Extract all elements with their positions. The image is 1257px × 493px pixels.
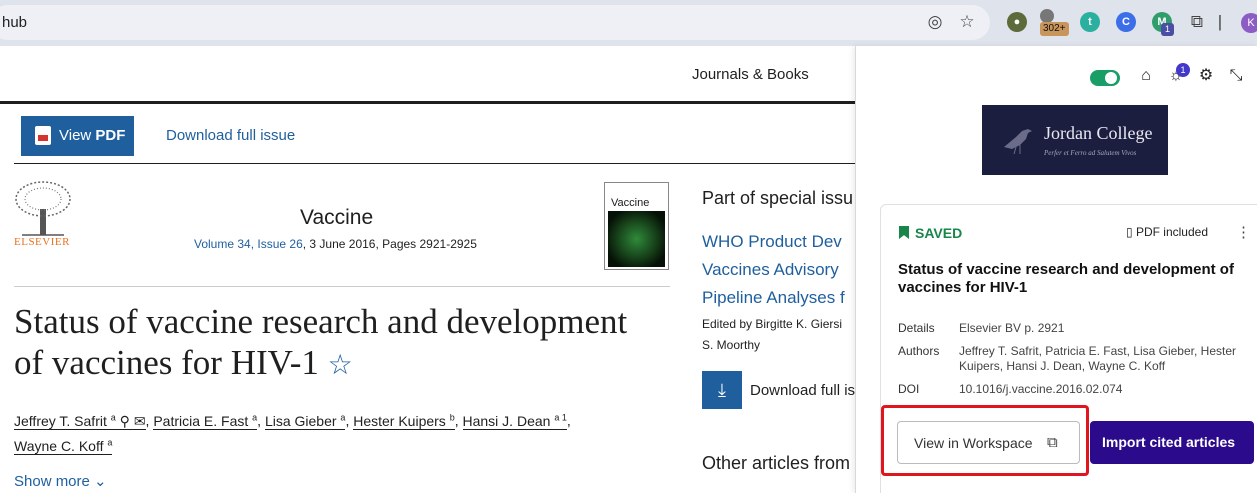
import-cited-label: Import cited articles — [1102, 434, 1236, 450]
capture-toggle[interactable] — [1090, 70, 1120, 86]
title-line: Status of vaccine research and developme… — [14, 302, 628, 341]
person-icon: ⚲ — [119, 412, 130, 429]
header-divider — [0, 101, 856, 104]
extension-badge: 302+ — [1040, 22, 1069, 36]
other-articles-heading: Other articles from — [702, 453, 851, 473]
authors-value: Jeffrey T. Safrit, Patricia E. Fast, Lis… — [959, 344, 1236, 373]
more-options-icon[interactable]: ⋮ — [1236, 223, 1251, 241]
notification-badge: 1 — [1176, 63, 1190, 77]
saved-status: SAVED — [899, 225, 962, 241]
view-pdf-label: View — [59, 127, 96, 144]
volume-issue-link[interactable]: Volume 34, Issue 26 — [194, 237, 303, 251]
gear-icon[interactable]: ⚙ — [1196, 66, 1216, 86]
crow-icon — [1004, 129, 1032, 155]
institution-logo: Jordan College Perfer et Ferro ad Salute… — [982, 105, 1168, 175]
download-full-link[interactable]: Download full is — [750, 382, 855, 399]
details-label: Details — [898, 321, 935, 335]
special-issue-heading: Part of special issu — [702, 188, 854, 208]
cover-title: Vaccine — [611, 197, 650, 209]
issue-date-pages: , 3 June 2016, Pages 2921-2925 — [302, 237, 477, 251]
elsevier-tree-logo[interactable] — [14, 181, 72, 236]
mail-icon: ✉ — [133, 412, 146, 429]
divider: | — [1217, 12, 1223, 31]
show-more-button[interactable]: Show more ⌄ — [14, 472, 107, 490]
journal-name[interactable]: Vaccine — [300, 206, 373, 230]
eye-slash-icon[interactable]: ◎ — [925, 12, 945, 32]
bell-icon[interactable]: ⌂ — [1136, 66, 1156, 86]
pdf-icon — [35, 126, 51, 145]
view-pdf-button[interactable]: View PDF — [21, 116, 134, 156]
institution-name: Jordan College — [1044, 123, 1153, 143]
journals-books-link[interactable]: Journals & Books — [692, 66, 809, 83]
edited-by: Edited by Birgitte K. Giersi S. Moorthy — [702, 317, 843, 352]
document-icon: ▯ — [1126, 225, 1133, 239]
elsevier-wordmark: ELSEVIER — [14, 236, 70, 248]
star-icon[interactable]: ☆ — [957, 12, 977, 32]
author-link[interactable]: Wayne C. Koff a — [14, 438, 113, 456]
cover-image — [608, 211, 665, 267]
browser-toolbar: hub ◎ ☆ ● 302+ t C M 1 ⧉ | K — [0, 0, 1257, 46]
divider — [14, 163, 856, 164]
journal-meta: Volume 34, Issue 26, 3 June 2016, Pages … — [194, 237, 477, 251]
special-issue-link[interactable]: WHO Product Dev — [702, 228, 845, 256]
card-title: Status of vaccine research and developme… — [898, 261, 1234, 296]
download-issue-link[interactable]: Download full issue — [166, 127, 295, 144]
special-issue-link[interactable]: Pipeline Analyses f — [702, 284, 845, 312]
star-icon[interactable]: ☆ — [328, 350, 353, 381]
doi-label: DOI — [898, 382, 920, 396]
address-bar[interactable]: hub — [0, 5, 990, 40]
download-icon[interactable]: ⤓ — [702, 371, 742, 409]
institution-motto: Perfer et Ferro ad Salutem Vivos — [1044, 149, 1137, 157]
pdf-included-badge: ▯ PDF included — [1126, 225, 1208, 239]
special-issue-link[interactable]: Vaccines Advisory — [702, 256, 845, 284]
extension-icon[interactable]: ● — [1007, 12, 1027, 32]
details-value: Elsevier BV p. 2921 — [959, 321, 1065, 335]
collapse-icon[interactable]: ⤡ — [1226, 66, 1246, 86]
author-link[interactable]: Hansi J. Dean a 1 — [462, 412, 567, 430]
authors-label: Authors — [898, 344, 940, 358]
extension-icon[interactable]: C — [1116, 12, 1136, 32]
article-title: Status of vaccine research and developme… — [14, 301, 674, 386]
chevron-down-icon: ⌄ — [94, 473, 107, 490]
author-link[interactable]: Hester Kuipers b — [353, 412, 455, 430]
extension-icon[interactable]: t — [1080, 12, 1100, 32]
puzzle-icon[interactable]: ⧉ — [1187, 12, 1207, 32]
doi-value[interactable]: 10.1016/j.vaccine.2016.02.074 — [959, 382, 1257, 397]
journal-cover[interactable]: Vaccine — [604, 182, 669, 270]
import-cited-articles-button[interactable]: Import cited articles — [1090, 421, 1254, 464]
author-list: Jeffrey T. Safrit a ⚲ ✉, Patricia E. Fas… — [14, 412, 571, 456]
author-link[interactable]: Lisa Gieber a — [264, 412, 346, 430]
author-link[interactable]: Jeffrey T. Safrit a ⚲ ✉ — [14, 412, 146, 430]
extension-count-badge: 1 — [1161, 23, 1174, 36]
bookmark-icon — [899, 226, 909, 239]
profile-avatar[interactable]: K — [1241, 13, 1257, 33]
divider — [14, 286, 670, 287]
extension-icon[interactable] — [1040, 9, 1054, 23]
highlight-box — [881, 405, 1089, 476]
view-pdf-label-bold: PDF — [95, 127, 126, 144]
title-line: of vaccines for HIV-1 — [14, 343, 319, 382]
url-text: hub — [2, 14, 28, 31]
author-link[interactable]: Patricia E. Fast a — [153, 412, 258, 430]
special-issue-links: WHO Product Dev Vaccines Advisory Pipeli… — [702, 228, 845, 312]
